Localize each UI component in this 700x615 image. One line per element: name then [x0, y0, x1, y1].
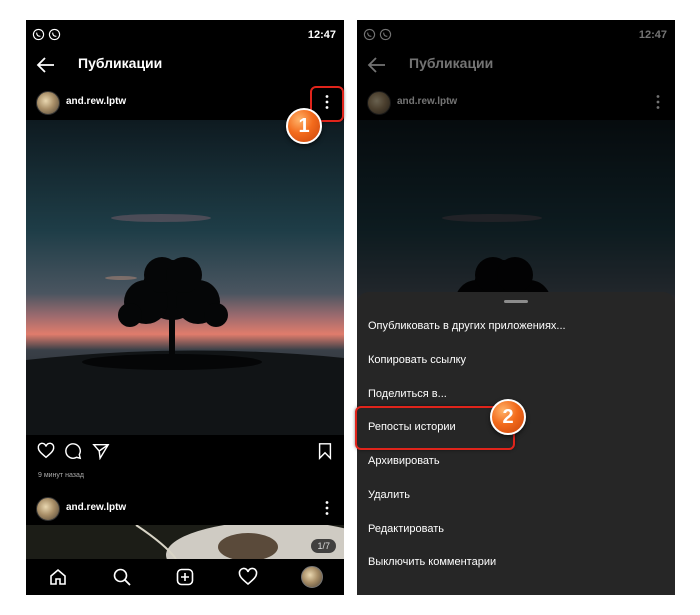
- second-post-header: and.rew.lptw: [26, 497, 344, 527]
- viber-icon: [32, 28, 45, 41]
- menu-item-share-to[interactable]: Поделиться в...: [368, 388, 447, 400]
- status-icons: [32, 28, 61, 41]
- more-options-icon[interactable]: [320, 499, 334, 517]
- step-badge-2: 2: [490, 399, 526, 435]
- post-photo[interactable]: [26, 120, 344, 435]
- second-post-photo[interactable]: 1/7: [26, 525, 344, 559]
- back-arrow-icon[interactable]: [36, 56, 56, 74]
- profile-avatar[interactable]: [301, 566, 323, 588]
- search-icon[interactable]: [112, 567, 132, 587]
- post-username[interactable]: and.rew.lptw: [66, 502, 126, 513]
- bookmark-icon[interactable]: [316, 442, 334, 460]
- step-badge-1: 1: [286, 108, 322, 144]
- menu-item-copy-link[interactable]: Копировать ссылку: [368, 354, 466, 366]
- bottom-nav: [26, 559, 344, 595]
- avatar[interactable]: [36, 91, 60, 115]
- share-icon[interactable]: [92, 442, 110, 460]
- menu-item-share-other-apps[interactable]: Опубликовать в других приложениях...: [368, 320, 566, 332]
- carousel-counter: 1/7: [311, 539, 336, 553]
- sheet-grabber-handle[interactable]: [504, 300, 528, 303]
- add-post-icon[interactable]: [175, 567, 195, 587]
- menu-item-delete[interactable]: Удалить: [368, 489, 410, 501]
- home-icon[interactable]: [48, 567, 68, 587]
- status-time: 12:47: [307, 29, 336, 41]
- comment-icon[interactable]: [64, 442, 82, 460]
- status-bar: 12:47: [26, 20, 344, 50]
- menu-item-edit[interactable]: Редактировать: [368, 523, 444, 535]
- page-title: Публикации: [78, 55, 163, 71]
- phone-screen-posts: 12:47 Публикации and.rew.lptw 9 минут на…: [26, 20, 344, 595]
- menu-item-archive[interactable]: Архивировать: [368, 455, 440, 467]
- heart-icon[interactable]: [37, 442, 55, 460]
- avatar[interactable]: [36, 497, 60, 521]
- phone-screen-menu: 12:47 Публикации and.rew.lptw: [357, 20, 675, 595]
- top-bar: Публикации: [26, 50, 344, 80]
- activity-heart-icon[interactable]: [238, 567, 258, 587]
- viber-icon: [48, 28, 61, 41]
- post-actions: [26, 440, 344, 464]
- post-time-ago: 9 минут назад: [38, 472, 84, 479]
- menu-item-disable-comments[interactable]: Выключить комментарии: [368, 556, 496, 568]
- post-username[interactable]: and.rew.lptw: [66, 96, 126, 107]
